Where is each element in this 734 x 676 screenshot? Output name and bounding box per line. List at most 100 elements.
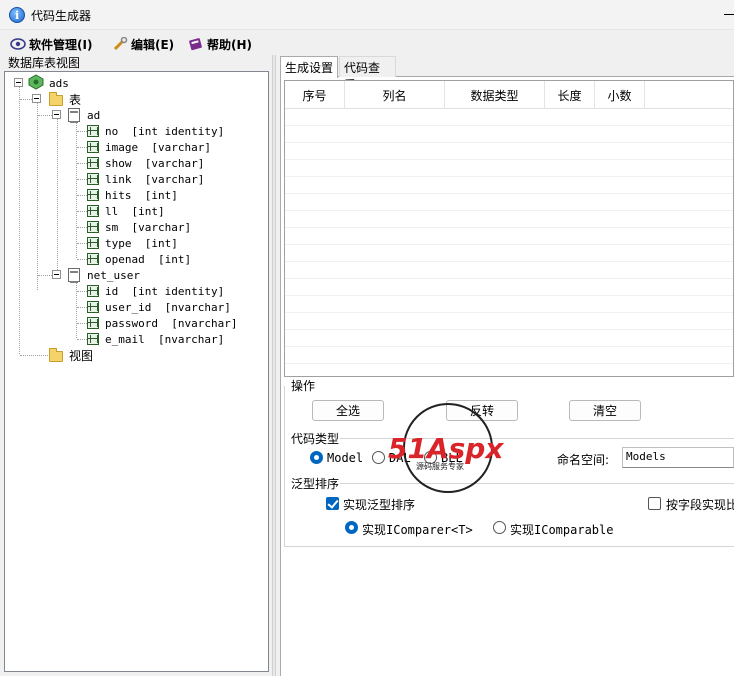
- menu-label: 软件管理(I): [29, 37, 93, 52]
- collapse-toggle[interactable]: [14, 78, 23, 87]
- table-icon: [68, 108, 80, 123]
- tree-node-column[interactable]: hits [int]: [105, 187, 178, 203]
- menu-edit[interactable]: 编辑(E): [112, 35, 174, 53]
- database-tree[interactable]: ads 表 ad no [int identity] image [varcha…: [4, 71, 269, 672]
- tree-connector: [76, 278, 77, 338]
- implement-sort-checkbox[interactable]: [326, 497, 339, 510]
- radio-dal[interactable]: [372, 451, 385, 464]
- implement-sort-label: 实现泛型排序: [343, 498, 416, 512]
- tree-node-column[interactable]: e_mail [nvarchar]: [105, 331, 224, 347]
- tree-node-tables[interactable]: 表: [69, 91, 81, 107]
- panel-splitter[interactable]: [272, 55, 276, 676]
- tree-node-table[interactable]: net_user: [87, 267, 140, 283]
- radio-icomparer-label: 实现IComparer<T>: [362, 523, 473, 537]
- tree-node-views[interactable]: 视图: [69, 347, 93, 363]
- tree-node-column[interactable]: openad [int]: [105, 251, 191, 267]
- tree-node-column[interactable]: id [int identity]: [105, 283, 224, 299]
- tree-connector: [77, 291, 87, 292]
- column-icon: [87, 253, 99, 265]
- tree-node-table[interactable]: ad: [87, 107, 100, 123]
- tree-connector: [77, 195, 87, 196]
- tree-node-column[interactable]: no [int identity]: [105, 123, 224, 139]
- column-icon: [87, 333, 99, 345]
- title-bar: i 代码生成器: [0, 0, 734, 30]
- column-icon: [87, 301, 99, 313]
- radio-model-label: Model: [327, 451, 364, 465]
- menu-software-management[interactable]: 软件管理(I): [10, 35, 92, 53]
- radio-icomparer[interactable]: [345, 521, 358, 534]
- group-divider: [340, 438, 734, 439]
- column-icon: [87, 221, 99, 233]
- tree-node-column[interactable]: image [varchar]: [105, 139, 211, 155]
- grid-line: [285, 210, 733, 211]
- table-icon: [68, 268, 80, 283]
- radio-model[interactable]: [310, 451, 323, 464]
- tree-node-root[interactable]: ads: [49, 75, 69, 91]
- info-icon: i: [9, 7, 25, 23]
- tree-connector: [77, 211, 87, 212]
- tree-node-column[interactable]: user_id [nvarchar]: [105, 299, 231, 315]
- folder-icon: [49, 348, 63, 362]
- grid-header-length[interactable]: 长度: [545, 81, 595, 109]
- grid-line: [285, 125, 733, 126]
- tree-connector: [77, 339, 87, 340]
- tree-connector: [57, 118, 58, 274]
- minimize-button[interactable]: [724, 14, 734, 15]
- app-window: i 代码生成器 软件管理(I) 编辑(E) 帮助(H) 数据库表视图 ads 表…: [0, 0, 734, 676]
- collapse-toggle[interactable]: [52, 270, 61, 279]
- tree-connector: [20, 99, 32, 100]
- grid-header-name[interactable]: 列名: [345, 81, 445, 109]
- grid-header-index[interactable]: 序号: [285, 81, 345, 109]
- radio-icomparable[interactable]: [493, 521, 506, 534]
- clear-button[interactable]: 清空: [569, 400, 641, 421]
- menu-help[interactable]: 帮助(H): [188, 35, 252, 53]
- grid-line: [285, 278, 733, 279]
- group-divider: [284, 546, 734, 547]
- tree-node-column[interactable]: link [varchar]: [105, 171, 204, 187]
- tab-generate-settings[interactable]: 生成设置: [280, 56, 338, 78]
- radio-bll[interactable]: [424, 451, 437, 464]
- grid-line: [285, 312, 733, 313]
- grid-line: [285, 193, 733, 194]
- tree-connector: [37, 102, 38, 290]
- tree-connector: [20, 355, 48, 356]
- namespace-input[interactable]: Models: [622, 447, 734, 468]
- field-compare-checkbox[interactable]: [648, 497, 661, 510]
- generic-sort-title: 泛型排序: [291, 477, 340, 491]
- radio-dal-label: DAL: [389, 451, 411, 465]
- tree-connector: [38, 275, 52, 276]
- tree-node-column[interactable]: ll [int]: [105, 203, 165, 219]
- grid-line: [285, 346, 733, 347]
- tree-node-column[interactable]: sm [varchar]: [105, 219, 191, 235]
- grid-line: [285, 227, 733, 228]
- grid-line: [285, 295, 733, 296]
- tab-code-view[interactable]: 代码查看: [339, 56, 396, 92]
- settings-border: [284, 386, 285, 546]
- tab-strip: 生成设置 代码查看: [280, 56, 734, 92]
- grid-line: [285, 159, 733, 160]
- tree-node-column[interactable]: show [varchar]: [105, 155, 204, 171]
- column-icon: [87, 141, 99, 153]
- tree-connector: [77, 179, 87, 180]
- grid-line: [285, 244, 733, 245]
- tree-node-column[interactable]: type [int]: [105, 235, 178, 251]
- column-icon: [87, 125, 99, 137]
- radio-bll-label: BLL: [441, 451, 463, 465]
- tree-connector: [77, 227, 87, 228]
- tree-connector: [19, 86, 20, 354]
- menu-label: 帮助(H): [207, 37, 253, 52]
- tree-connector: [77, 147, 87, 148]
- select-all-button[interactable]: 全选: [312, 400, 384, 421]
- tree-node-column[interactable]: password [nvarchar]: [105, 315, 237, 331]
- column-grid[interactable]: 序号 列名 数据类型 长度 小数: [284, 80, 734, 377]
- collapse-toggle[interactable]: [52, 110, 61, 119]
- grid-line: [285, 176, 733, 177]
- grid-header-decimal[interactable]: 小数: [595, 81, 645, 109]
- column-icon: [87, 173, 99, 185]
- grid-header-type[interactable]: 数据类型: [445, 81, 545, 109]
- invert-button[interactable]: 反转: [446, 400, 518, 421]
- column-icon: [87, 189, 99, 201]
- menu-bar: 软件管理(I) 编辑(E) 帮助(H): [0, 31, 734, 55]
- column-icon: [87, 237, 99, 249]
- collapse-toggle[interactable]: [32, 94, 41, 103]
